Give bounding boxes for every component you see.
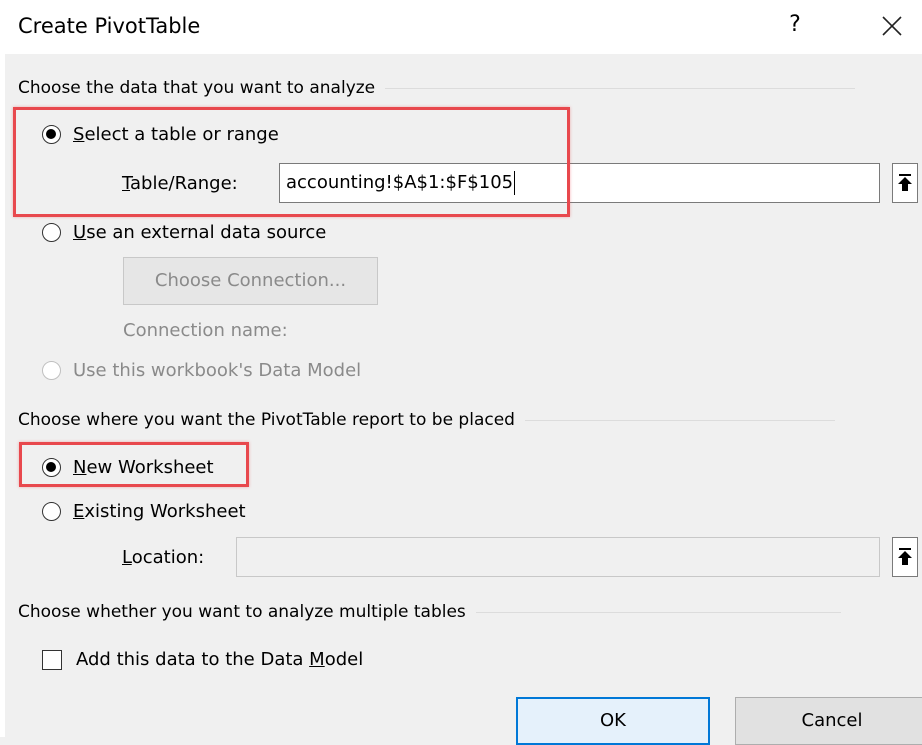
- checkbox-label: Add this data to the Data Model: [76, 649, 364, 670]
- radio-button[interactable]: [42, 223, 61, 242]
- collapse-dialog-button[interactable]: [892, 163, 918, 203]
- radio-select-table-range[interactable]: Select a table or range: [42, 124, 279, 145]
- checkbox[interactable]: [42, 649, 62, 670]
- section-header-data-source: Choose the data that you want to analyze: [18, 78, 856, 98]
- cancel-button[interactable]: Cancel: [735, 697, 922, 745]
- radio-label: Select a table or range: [73, 124, 279, 145]
- checkbox-add-to-data-model[interactable]: Add this data to the Data Model: [42, 649, 363, 670]
- section-header-placement-text: Choose where you want the PivotTable rep…: [18, 410, 515, 430]
- dialog-title: Create PivotTable: [18, 14, 201, 38]
- radio-label: Existing Worksheet: [73, 501, 246, 522]
- section-header-data-source-text: Choose the data that you want to analyze: [18, 78, 376, 98]
- radio-data-model[interactable]: Use this workbook's Data Model: [42, 360, 361, 381]
- section-header-multiple-tables-text: Choose whether you want to analyze multi…: [18, 602, 466, 622]
- radio-label: Use an external data source: [73, 222, 327, 243]
- radio-label: New Worksheet: [73, 457, 214, 478]
- radio-external-source[interactable]: Use an external data source: [42, 222, 326, 243]
- upload-arrow-icon: [898, 548, 912, 565]
- section-divider: [475, 611, 841, 613]
- section-divider: [385, 87, 856, 89]
- radio-button-checked[interactable]: [42, 125, 61, 144]
- radio-existing-worksheet[interactable]: Existing Worksheet: [42, 501, 246, 522]
- window-edge: [0, 54, 5, 737]
- radio-new-worksheet[interactable]: New Worksheet: [42, 457, 214, 478]
- section-divider: [524, 419, 835, 421]
- ok-button[interactable]: OK: [516, 697, 710, 745]
- section-header-placement: Choose where you want the PivotTable rep…: [18, 410, 835, 430]
- location-label: Location:: [122, 547, 205, 568]
- radio-button-checked[interactable]: [42, 458, 61, 477]
- connection-name-label: Connection name:: [123, 320, 288, 341]
- title-bar: Create PivotTable ?: [0, 0, 922, 54]
- help-button[interactable]: ?: [783, 10, 807, 40]
- close-icon[interactable]: [878, 12, 906, 40]
- location-input[interactable]: [236, 537, 880, 577]
- radio-button[interactable]: [42, 502, 61, 521]
- table-range-input[interactable]: accounting!$A$1:$F$105: [279, 163, 880, 203]
- collapse-dialog-button[interactable]: [892, 537, 918, 577]
- choose-connection-button[interactable]: Choose Connection...: [123, 257, 378, 305]
- section-header-multiple-tables: Choose whether you want to analyze multi…: [18, 602, 841, 622]
- radio-label: Use this workbook's Data Model: [73, 360, 362, 381]
- upload-arrow-icon: [898, 174, 912, 191]
- table-range-label: Table/Range:: [122, 173, 238, 194]
- radio-button-disabled[interactable]: [42, 361, 61, 380]
- text-caret: [514, 171, 516, 195]
